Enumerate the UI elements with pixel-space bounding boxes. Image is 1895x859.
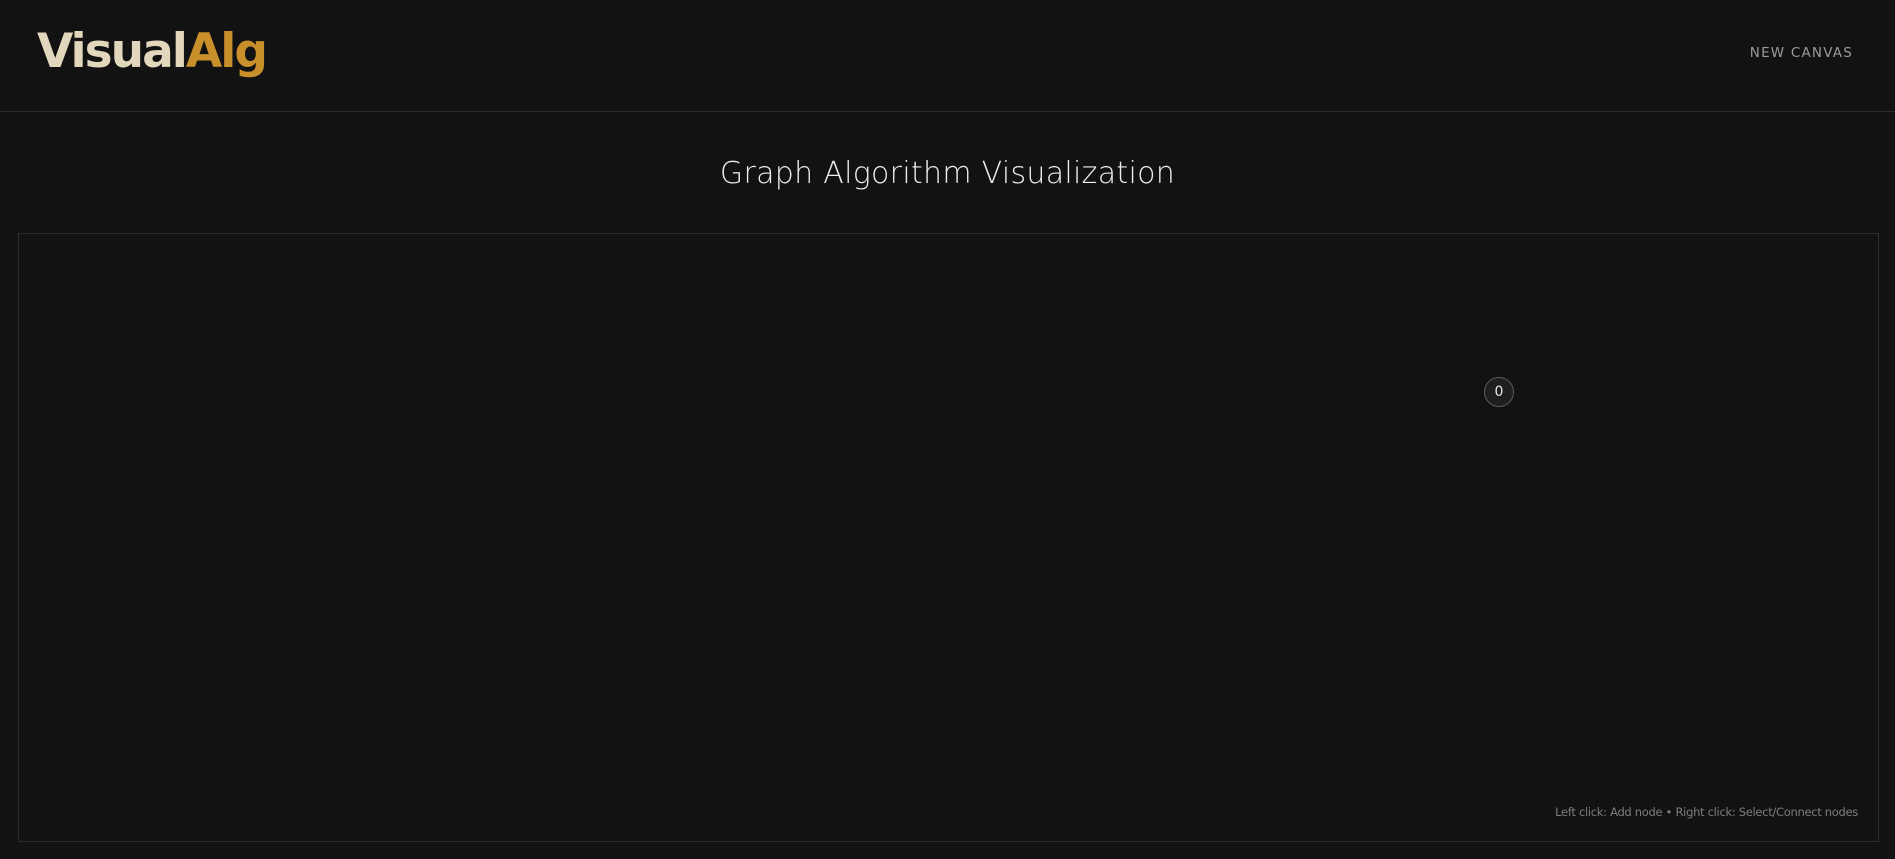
top-header: VisualAlg NEW CANVAS	[0, 0, 1895, 112]
logo-text-alg: Alg	[185, 24, 268, 79]
graph-node[interactable]: 0	[1484, 377, 1514, 407]
app-logo[interactable]: VisualAlg	[37, 22, 268, 82]
graph-node-label: 0	[1494, 384, 1504, 400]
new-canvas-button[interactable]: NEW CANVAS	[1750, 43, 1853, 63]
page-title: Graph Algorithm Visualization	[719, 156, 1176, 191]
canvas-hint: Left click: Add node • Right click: Sele…	[1555, 805, 1858, 819]
graph-canvas[interactable]: 0 Left click: Add node • Right click: Se…	[18, 233, 1879, 842]
logo-text-visual: Visual	[37, 24, 188, 79]
